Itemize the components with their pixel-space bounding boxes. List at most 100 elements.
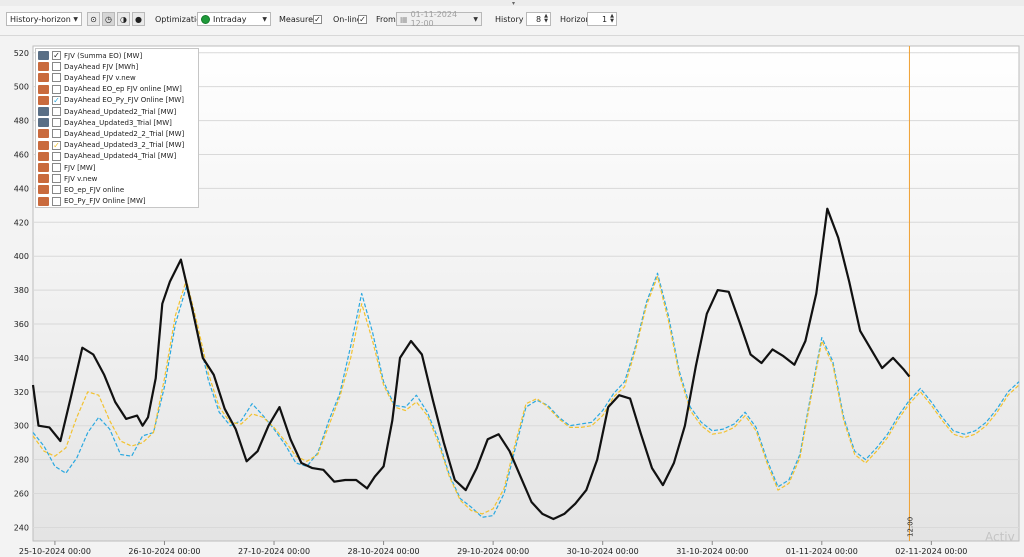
y-tick-label: 260: [14, 490, 29, 499]
legend-checkbox[interactable]: [52, 62, 61, 72]
mode-select[interactable]: History-horizon ▼: [6, 12, 82, 26]
now-marker-label: 12:00: [906, 517, 914, 537]
collapse-arrow-icon[interactable]: ▾: [512, 0, 515, 7]
legend-label: FJV [MW]: [64, 163, 96, 172]
series-chart-icon: [38, 174, 49, 184]
measured-checkbox[interactable]: ✓: [313, 12, 322, 26]
legend-label: DayAhea_Updated3_Trial [MW]: [64, 118, 172, 127]
legend-label: DayAhead EO_ep FJV online [MW]: [64, 85, 182, 94]
from-datetime-field[interactable]: ▦ 01-11-2024 12:00 ▼: [396, 10, 482, 28]
legend-item[interactable]: DayAhead FJV [MWh]: [38, 61, 138, 72]
legend-checkbox[interactable]: [52, 185, 61, 195]
y-tick-label: 500: [14, 83, 29, 92]
x-tick-label: 25-10-2024 00:00: [19, 547, 91, 556]
legend-checkbox[interactable]: [52, 129, 61, 139]
y-tick-label: 460: [14, 150, 29, 159]
series-chart-icon: [38, 51, 49, 60]
clock-half-button[interactable]: ◑: [117, 12, 130, 26]
legend-checkbox[interactable]: [52, 118, 61, 128]
legend-label: FJV v.new: [64, 174, 98, 183]
record-icon: ●: [135, 14, 142, 24]
y-tick-label: 240: [14, 523, 29, 532]
horizon-value: 1: [602, 14, 608, 24]
y-tick-label: 380: [14, 286, 29, 295]
from-datetime-value: 01-11-2024 12:00: [410, 10, 458, 28]
legend-item[interactable]: FJV [MW]: [38, 162, 96, 173]
x-tick-label: 29-10-2024 00:00: [457, 547, 529, 556]
clock-stop-button[interactable]: ⊙: [87, 12, 100, 26]
legend-label: DayAhead FJV [MWh]: [64, 62, 139, 71]
y-tick-label: 400: [14, 252, 29, 261]
legend-label: DayAhead_Updated3_2_Trial [MW]: [64, 141, 185, 150]
legend-label: DayAhead_Updated2_Trial [MW]: [64, 107, 177, 116]
legend-item[interactable]: EO_Py_FJV Online [MW]: [38, 196, 146, 207]
y-tick-label: 280: [14, 456, 29, 465]
legend-checkbox[interactable]: [52, 84, 61, 94]
history-value: 8: [536, 14, 542, 24]
y-tick-label: 320: [14, 388, 29, 397]
legend-item[interactable]: ✓ DayAhead EO_Py_FJV Online [MW]: [38, 95, 184, 106]
legend-label: DayAhead EO_Py_FJV Online [MW]: [64, 96, 184, 105]
legend-item[interactable]: DayAhea_Updated3_Trial [MW]: [38, 117, 172, 128]
clock-stop-icon: ⊙: [90, 14, 97, 24]
x-tick-label: 31-10-2024 00:00: [676, 547, 748, 556]
legend-checkbox[interactable]: [52, 163, 61, 172]
optimization-select-value: Intraday: [213, 14, 247, 24]
legend-checkbox[interactable]: [52, 174, 61, 184]
y-tick-label: 360: [14, 320, 29, 329]
stepper-arrows-icon: ▲ ▼: [544, 13, 548, 24]
series-chart-icon: [38, 84, 49, 94]
series-chart-icon: [38, 163, 49, 172]
legend-checkbox[interactable]: ✓: [52, 51, 61, 60]
toolbar: ▾ History-horizon ▼ ⊙ ◷ ◑ ● Optimization…: [0, 0, 1024, 36]
y-tick-label: 300: [14, 422, 29, 431]
legend-item[interactable]: DayAhead FJV v.new: [38, 72, 136, 83]
y-tick-label: 340: [14, 354, 29, 363]
clock-half-icon: ◑: [120, 14, 127, 24]
legend-checkbox[interactable]: ✓: [52, 140, 61, 150]
legend-item[interactable]: ✓ DayAhead_Updated3_2_Trial [MW]: [38, 140, 184, 151]
clock-play-icon: ◷: [105, 14, 112, 24]
series-chart-icon: [38, 95, 49, 105]
legend-checkbox[interactable]: [52, 73, 61, 83]
online-checkbox[interactable]: ✓: [358, 12, 367, 26]
clock-play-button[interactable]: ◷: [102, 12, 115, 26]
legend-item[interactable]: ✓ FJV (Summa EO) [MW]: [38, 50, 142, 61]
horizon-stepper[interactable]: 1 ▲ ▼: [587, 12, 617, 26]
x-tick-label: 01-11-2024 00:00: [786, 547, 858, 556]
legend-label: EO_Py_FJV Online [MW]: [64, 197, 146, 206]
from-label: From: [376, 14, 396, 24]
status-green-dot-icon: [201, 14, 210, 24]
legend-item[interactable]: DayAhead_Updated4_Trial [MW]: [38, 151, 176, 162]
y-tick-label: 440: [14, 184, 29, 193]
record-button[interactable]: ●: [132, 12, 145, 26]
activation-watermark: Activ: [985, 530, 1015, 544]
legend-checkbox[interactable]: ✓: [52, 95, 61, 105]
legend-label: DayAhead_Updated2_2_Trial [MW]: [64, 129, 185, 138]
calendar-icon: ▦: [400, 14, 408, 24]
x-tick-label: 28-10-2024 00:00: [348, 547, 420, 556]
optimization-select[interactable]: Intraday ▼: [197, 12, 271, 26]
legend-checkbox[interactable]: [52, 107, 61, 116]
check-icon: ✓: [313, 14, 322, 24]
legend-checkbox[interactable]: [52, 196, 61, 206]
y-tick-label: 420: [14, 218, 29, 227]
series-chart-icon: [38, 140, 49, 150]
series-chart-icon: [38, 151, 49, 161]
chevron-down-icon: ▼: [262, 15, 267, 23]
legend-item[interactable]: DayAhead_Updated2_Trial [MW]: [38, 106, 176, 117]
legend-item[interactable]: EO_ep_FJV online: [38, 184, 124, 195]
chevron-down-icon: ▼: [73, 15, 78, 23]
legend-item[interactable]: DayAhead EO_ep FJV online [MW]: [38, 84, 182, 95]
legend-item[interactable]: DayAhead_Updated2_2_Trial [MW]: [38, 128, 184, 139]
series-chart-icon: [38, 196, 49, 206]
x-tick-label: 27-10-2024 00:00: [238, 547, 310, 556]
legend-item[interactable]: FJV v.new: [38, 173, 97, 184]
x-tick-label: 30-10-2024 00:00: [567, 547, 639, 556]
chart-legend[interactable]: ✓ FJV (Summa EO) [MW] DayAhead FJV [MWh] Da…: [35, 48, 199, 208]
series-chart-icon: [38, 129, 49, 139]
history-stepper[interactable]: 8 ▲ ▼: [526, 12, 551, 26]
series-chart-icon: [38, 107, 49, 116]
legend-checkbox[interactable]: [52, 151, 61, 161]
x-tick-label: 26-10-2024 00:00: [128, 547, 200, 556]
